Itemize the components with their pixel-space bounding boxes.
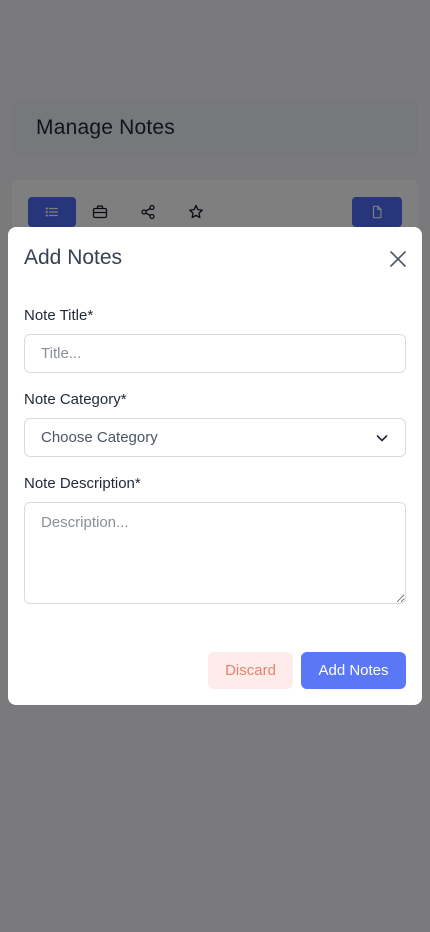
close-button[interactable]	[388, 249, 408, 269]
note-title-label: Note Title*	[24, 307, 94, 324]
chevron-down-icon	[376, 434, 388, 441]
note-description-textarea[interactable]	[24, 502, 406, 604]
note-category-select[interactable]: Choose Category	[24, 418, 406, 457]
note-description-label: Note Description*	[24, 475, 141, 492]
discard-button[interactable]: Discard	[208, 652, 293, 689]
add-notes-button[interactable]: Add Notes	[301, 652, 406, 689]
note-title-input[interactable]	[24, 334, 406, 373]
add-notes-modal: Add Notes Note Title* Note Category* Cho…	[8, 227, 422, 705]
note-category-label: Note Category*	[24, 391, 127, 408]
close-icon	[390, 251, 406, 267]
category-selected-value: Choose Category	[41, 429, 158, 446]
modal-title: Add Notes	[24, 246, 123, 269]
